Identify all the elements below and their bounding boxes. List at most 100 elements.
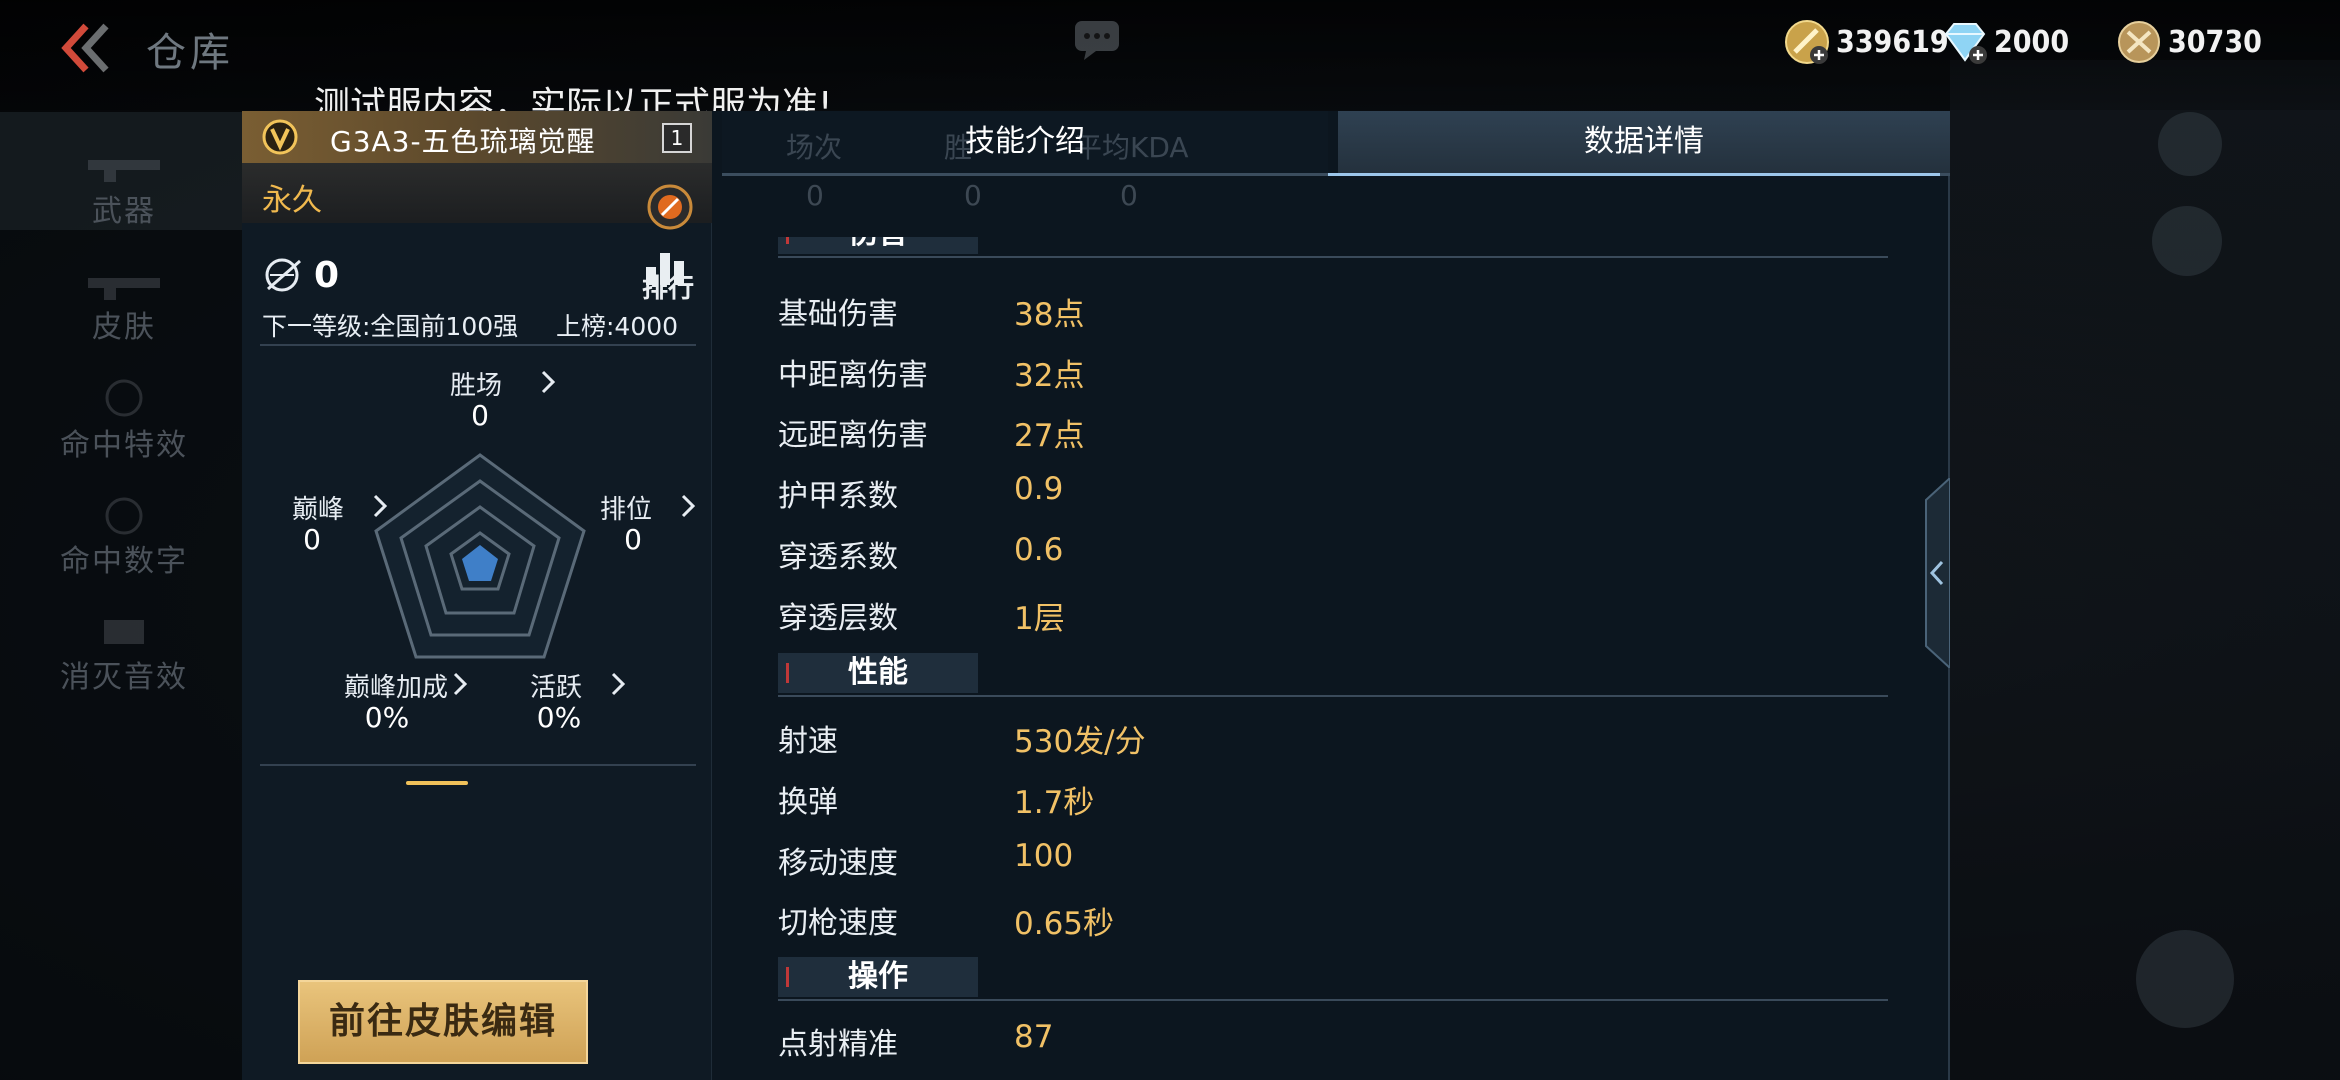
section-header-damage: 伤害 <box>778 237 1888 258</box>
tab-active-indicator <box>1328 173 1940 176</box>
view-ghost-button <box>2152 206 2222 276</box>
next-level-text: 下一等级:全国前100强 <box>262 312 519 341</box>
kill-sound-icon <box>104 620 144 644</box>
nav-item-kill-sounds[interactable]: 消灭音效 <box>0 652 248 696</box>
action-ghost-button <box>2136 930 2234 1028</box>
nav-item-hit-numbers[interactable]: 命中数字 <box>0 536 248 580</box>
ranked-label[interactable]: 排位 <box>600 489 652 526</box>
weapon-info-panel: G3A3-五色琉璃觉醒 1 永久 0 排行 下一等级:全国前100强 上榜:40… <box>242 111 712 1080</box>
page-indicator <box>406 781 468 785</box>
duration-bar: 永久 <box>242 163 712 223</box>
fire-rate-label: 射速 <box>778 724 838 759</box>
gold-coin-value: 339619 <box>1836 24 1949 60</box>
section-header-operation: 操作 <box>778 957 1888 1001</box>
kill-mark-icon <box>265 258 301 292</box>
chevron-right-icon[interactable] <box>452 671 468 697</box>
armor-coefficient-value: 0.9 <box>1014 471 1064 507</box>
section-title: 性能 <box>848 655 908 690</box>
active-label[interactable]: 活跃 <box>530 667 582 704</box>
weapon-header: G3A3-五色琉璃觉醒 1 <box>242 111 712 163</box>
collapse-panel-handle-icon[interactable] <box>1918 478 1950 668</box>
settings-ghost-button <box>2158 112 2222 176</box>
tab-data-detail[interactable]: 数据详情 <box>1338 111 1950 173</box>
nav-item-weapons[interactable]: 武器 <box>0 186 248 230</box>
move-speed-label: 移动速度 <box>778 846 898 881</box>
duration-label: 永久 <box>262 183 322 218</box>
base-damage-value: 38点 <box>1014 297 1085 333</box>
chevron-right-icon[interactable] <box>680 493 696 519</box>
left-nav <box>0 112 248 1080</box>
page-title: 仓库 <box>146 30 234 76</box>
divider-top <box>260 344 696 346</box>
reload-value: 1.7秒 <box>1014 785 1095 821</box>
on-board-text: 上榜:4000 <box>556 312 679 341</box>
divider-bottom <box>260 764 696 766</box>
tab-skill-intro[interactable]: 技能介绍 <box>722 111 1328 173</box>
penetration-layers-value: 1层 <box>1014 601 1065 637</box>
long-range-damage-value: 27点 <box>1014 418 1085 454</box>
chevron-right-icon[interactable] <box>540 369 556 395</box>
rifle-skin-icon <box>88 278 160 300</box>
nav-item-hit-effects[interactable]: 命中特效 <box>0 420 248 464</box>
section-line <box>778 256 1888 258</box>
hit-effect-icon <box>105 379 143 417</box>
background-right-area <box>1950 60 2340 1080</box>
section-header-performance: 性能 <box>778 653 1888 697</box>
diamond-value: 2000 <box>1994 24 2070 60</box>
move-speed-value: 100 <box>1014 838 1074 874</box>
honor-coin-counter[interactable]: 30730 <box>2114 18 2262 66</box>
section-line <box>778 999 1888 1001</box>
data-detail-panel: 场次 胜 平均KDA 技能介绍 数据详情 0 0 0 伤害 基础伤害 38点 中… <box>712 111 1950 1080</box>
honor-coin-value: 30730 <box>2168 24 2262 60</box>
go-to-skin-edit-button[interactable]: 前往皮肤编辑 <box>298 980 588 1064</box>
section-title: 操作 <box>848 959 908 994</box>
penetration-coefficient-value: 0.6 <box>1014 532 1064 568</box>
chat-icon[interactable] <box>1072 18 1122 62</box>
back-icon[interactable] <box>56 20 116 76</box>
peak-bonus-value: 0% <box>364 701 410 734</box>
active-value: 0% <box>536 701 582 734</box>
burst-accuracy-value: 87 <box>1014 1019 1054 1055</box>
honor-coin-icon <box>2118 21 2160 63</box>
mid-range-damage-value: 32点 <box>1014 358 1085 394</box>
ghost-value-wins: 0 <box>964 179 982 212</box>
peak-value: 0 <box>303 523 321 556</box>
section-line <box>778 695 1888 697</box>
rifle-icon <box>88 160 160 182</box>
penetration-layers-label: 穿透层数 <box>778 601 898 636</box>
no-entry-icon[interactable] <box>646 183 694 231</box>
nav-item-skins[interactable]: 皮肤 <box>0 302 248 346</box>
weapon-name: G3A3-五色琉璃觉醒 <box>330 125 596 158</box>
peak-label[interactable]: 巅峰 <box>292 489 344 526</box>
section-title: 伤害 <box>778 237 978 254</box>
long-range-damage-label: 远距离伤害 <box>778 418 928 453</box>
kill-count-row: 0 <box>262 254 340 296</box>
reload-label: 换弹 <box>778 785 838 820</box>
hit-number-icon <box>105 497 143 535</box>
swap-speed-label: 切枪速度 <box>778 906 898 941</box>
burst-accuracy-label: 点射精准 <box>778 1027 898 1062</box>
ghost-value-matches: 0 <box>806 179 824 212</box>
diamond-counter[interactable]: 2000 <box>1940 18 2069 66</box>
wins-value: 0 <box>471 399 489 432</box>
leaderboard-label[interactable]: 排行 <box>638 268 698 305</box>
wins-label[interactable]: 胜场 <box>450 365 502 402</box>
kill-count: 0 <box>314 254 340 296</box>
ghost-value-kda: 0 <box>1120 179 1138 212</box>
stats-radar-chart <box>374 453 586 659</box>
gold-coin-add-icon <box>1785 20 1829 64</box>
swap-speed-value: 0.65秒 <box>1014 906 1115 942</box>
armor-coefficient-label: 护甲系数 <box>778 479 898 514</box>
chevron-right-icon[interactable] <box>610 671 626 697</box>
peak-bonus-label[interactable]: 巅峰加成 <box>344 667 448 704</box>
diamond-add-icon <box>1944 23 1987 64</box>
penetration-coefficient-label: 穿透系数 <box>778 540 898 575</box>
ranked-value: 0 <box>624 523 642 556</box>
mid-range-damage-label: 中距离伤害 <box>778 358 928 393</box>
gold-coin-counter[interactable]: 339619 <box>1782 18 1949 66</box>
detail-tab-bar: 技能介绍 数据详情 <box>722 111 1950 177</box>
vip-v-badge-icon <box>262 119 298 155</box>
fire-rate-value: 530发/分 <box>1014 724 1146 760</box>
base-damage-label: 基础伤害 <box>778 297 898 332</box>
weapon-level-badge: 1 <box>662 123 692 153</box>
